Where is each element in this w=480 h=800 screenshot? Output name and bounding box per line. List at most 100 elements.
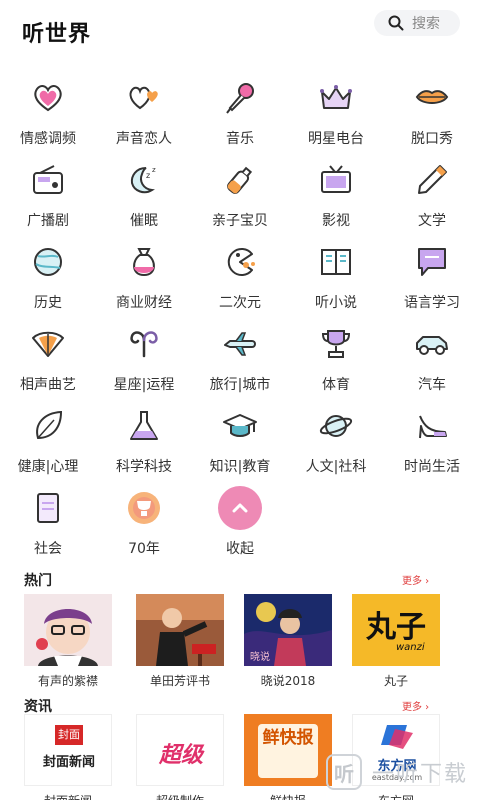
card-caption: 丸子 <box>383 674 408 688</box>
category-item-health[interactable]: 健康|心理 <box>0 398 96 478</box>
category-label: 知识|教育 <box>209 459 271 475</box>
hot-section-header: 热门 更多 › <box>0 568 480 590</box>
collapse-button[interactable]: 收起 <box>192 480 288 560</box>
high-heel-icon <box>419 415 447 439</box>
hot-card[interactable]: 晓说 晓说2018 <box>240 594 336 698</box>
category-item-film-tv[interactable]: 影视 <box>288 152 384 232</box>
category-item-cars[interactable]: 汽车 <box>384 316 480 396</box>
header: 听世界 搜索 <box>0 0 480 64</box>
globe-icon <box>34 248 62 276</box>
category-label: 体育 <box>322 377 350 393</box>
category-label: 二次元 <box>219 295 261 311</box>
category-label: 影视 <box>322 213 350 229</box>
section-title: 资讯 <box>24 699 52 715</box>
card-caption: 单田芳评书 <box>149 674 210 688</box>
cover-image: 超级 <box>136 714 224 786</box>
tv-icon <box>321 165 351 193</box>
category-item-anime[interactable]: 二次元 <box>192 234 288 314</box>
category-item-language[interactable]: 语言学习 <box>384 234 480 314</box>
category-item-humanities[interactable]: 人文|社科 <box>288 398 384 478</box>
chevron-up-icon <box>232 503 248 513</box>
book-icon <box>321 249 351 275</box>
category-item-society[interactable]: 社会 <box>0 480 96 560</box>
category-item-parenting[interactable]: 亲子宝贝 <box>192 152 288 232</box>
category-item-70-years[interactable]: 70年 <box>96 480 192 560</box>
category-label: 健康|心理 <box>17 459 79 475</box>
chat-bubble-icon <box>418 248 446 276</box>
hot-section: 热门 更多 › 有声的紫襟 单田芳评书 晓说 晓说2018 丸子 wanzi 丸… <box>0 568 480 690</box>
search-input[interactable]: 搜索 <box>374 10 460 36</box>
category-item-voice-lover[interactable]: 声音恋人 <box>96 70 192 150</box>
category-label: 商业财经 <box>116 295 172 311</box>
category-item-hypnosis[interactable]: zz 催眠 <box>96 152 192 232</box>
category-item-horoscope[interactable]: 星座|运程 <box>96 316 192 396</box>
category-item-travel[interactable]: 旅行|城市 <box>192 316 288 396</box>
svg-text:z: z <box>146 171 150 180</box>
airplane-icon <box>224 332 256 356</box>
watermark: 听 一听下载 <box>326 748 476 796</box>
news-card[interactable]: 鲜快报 鲜快报 <box>240 714 336 800</box>
logo-text: 丸子 <box>366 610 426 645</box>
category-item-literature[interactable]: 文学 <box>384 152 480 232</box>
category-item-emotion[interactable]: 情感调频 <box>0 70 96 150</box>
hot-card[interactable]: 单田芳评书 <box>132 594 228 698</box>
news-card[interactable]: 封面 封面新闻 封面新闻 <box>20 714 116 800</box>
anniversary-badge-icon <box>128 492 160 524</box>
category-item-star-radio[interactable]: 明星电台 <box>288 70 384 150</box>
category-item-education[interactable]: 知识|教育 <box>192 398 288 478</box>
category-label: 汽车 <box>418 377 446 393</box>
flask-icon <box>130 411 158 440</box>
category-label: 历史 <box>34 295 62 311</box>
logo-badge: 封面 <box>55 725 83 745</box>
car-icon <box>416 336 448 355</box>
category-item-novels[interactable]: 听小说 <box>288 234 384 314</box>
heart-icon <box>34 85 62 112</box>
category-label: 脱口秀 <box>411 131 453 147</box>
category-item-crosstalk[interactable]: 相声曲艺 <box>0 316 96 396</box>
category-item-talk-show[interactable]: 脱口秀 <box>384 70 480 150</box>
category-label: 亲子宝贝 <box>212 213 268 229</box>
category-label: 科学科技 <box>116 459 172 475</box>
document-icon <box>37 493 59 523</box>
category-label: 声音恋人 <box>116 131 172 147</box>
cover-image: 晓说 <box>244 594 332 666</box>
category-label: 旅行|城市 <box>209 377 271 393</box>
hot-card[interactable]: 丸子 wanzi 丸子 <box>348 594 444 698</box>
pencil-icon <box>418 165 447 194</box>
hot-card[interactable]: 有声的紫襟 <box>20 594 116 698</box>
category-label: 语言学习 <box>404 295 460 311</box>
category-item-science[interactable]: 科学科技 <box>96 398 192 478</box>
cover-image: 鲜快报 <box>244 714 332 786</box>
aries-icon <box>130 331 158 358</box>
cover-image <box>24 594 112 666</box>
card-caption: 有声的紫襟 <box>37 674 98 688</box>
category-label: 相声曲艺 <box>20 377 76 393</box>
category-item-history[interactable]: 历史 <box>0 234 96 314</box>
category-label: 情感调频 <box>20 131 76 147</box>
watermark-icon: 听 <box>326 754 362 790</box>
category-item-business[interactable]: 商业财经 <box>96 234 192 314</box>
news-more-link[interactable]: 更多 › <box>402 698 429 713</box>
pacman-icon <box>227 248 255 276</box>
wanzi-logo: 丸子 wanzi <box>352 594 440 666</box>
category-label: 70年 <box>128 541 160 557</box>
hearts-icon <box>129 86 158 110</box>
microphone-icon <box>226 83 254 114</box>
logo-text: 封面新闻 <box>42 755 95 770</box>
category-item-radio-drama[interactable]: 广播剧 <box>0 152 96 232</box>
logo-text: 鲜快报 <box>258 724 318 778</box>
search-placeholder: 搜索 <box>412 16 440 32</box>
hot-more-link[interactable]: 更多 › <box>402 572 429 587</box>
category-item-music[interactable]: 音乐 <box>192 70 288 150</box>
category-item-fashion[interactable]: 时尚生活 <box>384 398 480 478</box>
news-card[interactable]: 超级 超级制作 <box>132 714 228 800</box>
category-item-sports[interactable]: 体育 <box>288 316 384 396</box>
search-icon <box>388 15 404 31</box>
radio-icon <box>33 165 63 194</box>
svg-text:z: z <box>152 166 156 174</box>
moon-icon: zz <box>130 166 156 194</box>
card-caption: 封面新闻 <box>20 792 116 800</box>
baby-bottle-icon <box>227 166 253 194</box>
category-label: 星座|运程 <box>113 377 175 393</box>
page-title: 听世界 <box>22 22 92 47</box>
